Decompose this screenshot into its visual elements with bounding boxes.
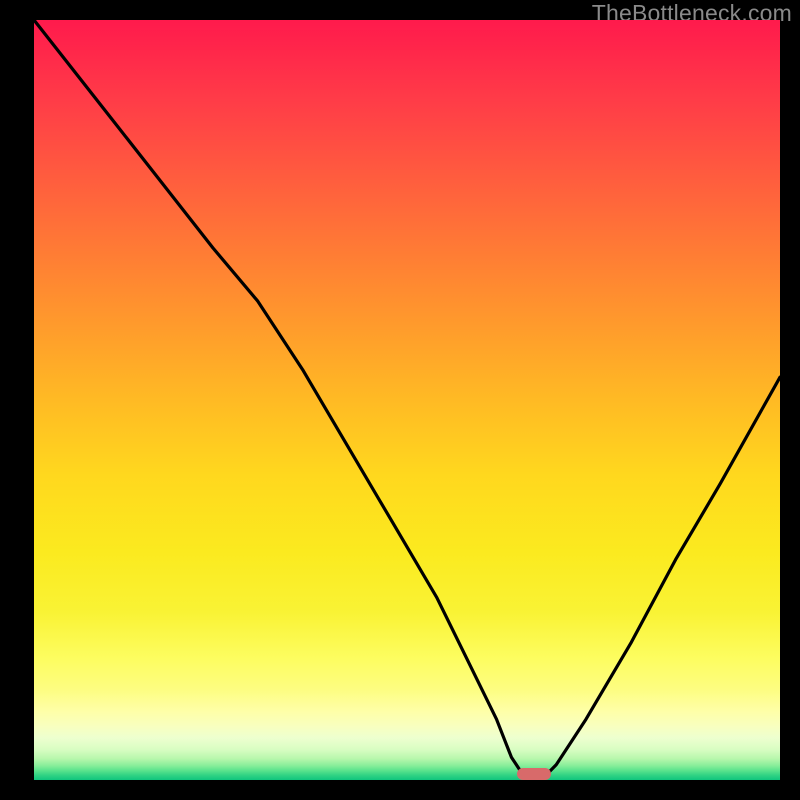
chart-frame: TheBottleneck.com <box>0 0 800 800</box>
curve-svg <box>34 20 780 780</box>
plot-area <box>34 20 780 780</box>
bottleneck-curve <box>34 20 780 780</box>
optimum-marker <box>517 768 551 780</box>
